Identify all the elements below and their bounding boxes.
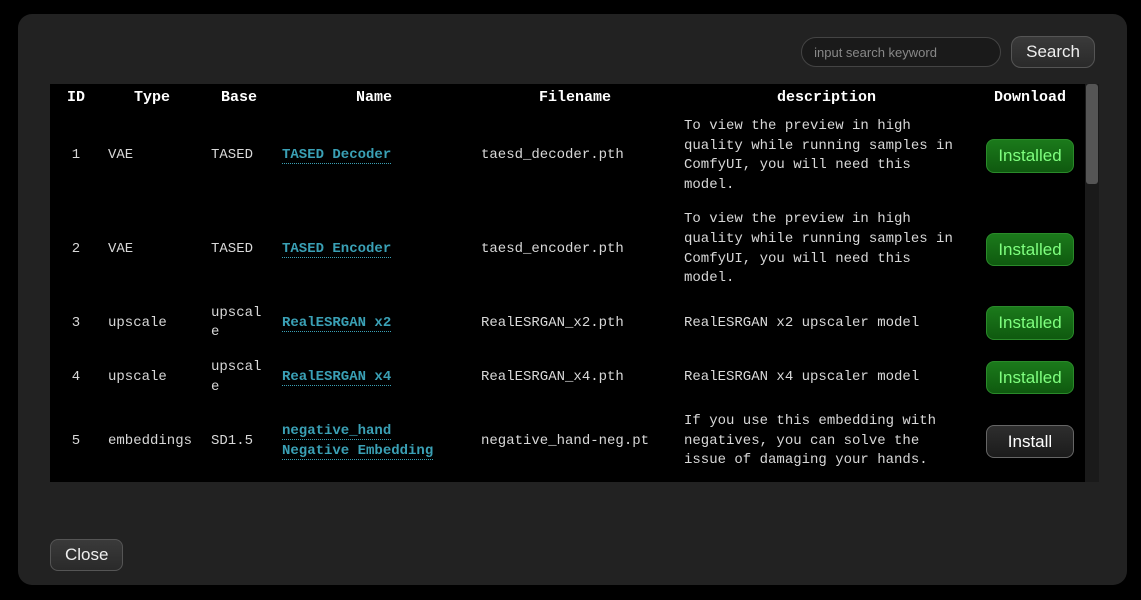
cell-filename: taesd_encoder.pth — [475, 204, 675, 294]
cell-download: Installed — [978, 298, 1082, 349]
cell-base: SD1.5 — [205, 406, 273, 477]
installed-button[interactable]: Installed — [986, 361, 1074, 395]
cell-type: embeddings — [102, 406, 202, 477]
models-table: ID Type Base Name Filename description D… — [50, 84, 1085, 482]
search-button[interactable]: Search — [1011, 36, 1095, 68]
col-header-download: Download — [978, 87, 1082, 108]
cell-download: Install — [978, 480, 1082, 482]
table-row: 2VAETASED TASED Encoder taesd_encoder.pt… — [53, 204, 1082, 294]
cell-id: 4 — [53, 352, 99, 403]
models-table-container: ID Type Base Name Filename description D… — [50, 84, 1099, 482]
cell-download: Installed — [978, 111, 1082, 201]
cell-filename: taesd_decoder.pth — [475, 111, 675, 201]
model-name-link[interactable]: TASED Encoder — [282, 241, 391, 258]
cell-type: VAE — [102, 204, 202, 294]
cell-id: 2 — [53, 204, 99, 294]
cell-id: 1 — [53, 111, 99, 201]
cell-base: upscale — [205, 352, 273, 403]
col-header-filename: Filename — [475, 87, 675, 108]
table-row: 4upscaleupscale RealESRGAN x4 RealESRGAN… — [53, 352, 1082, 403]
model-name-link[interactable]: negative_hand Negative Embedding — [282, 423, 433, 460]
model-name-link[interactable]: RealESRGAN x4 — [282, 369, 391, 386]
scrollbar-thumb[interactable] — [1086, 84, 1098, 184]
table-row: 6embeddingsSD1.5 bad_prompt Negative Emb… — [53, 480, 1082, 482]
cell-id: 3 — [53, 298, 99, 349]
table-row: 5embeddingsSD1.5 negative_hand Negative … — [53, 406, 1082, 477]
col-header-base: Base — [205, 87, 273, 108]
cell-description: The idea behind this embedding was to so… — [678, 480, 975, 482]
cell-base: SD1.5 — [205, 480, 273, 482]
close-button[interactable]: Close — [50, 539, 123, 571]
table-header-row: ID Type Base Name Filename description D… — [53, 87, 1082, 108]
installed-button[interactable]: Installed — [986, 233, 1074, 267]
cell-name: TASED Decoder — [276, 111, 472, 201]
cell-type: upscale — [102, 352, 202, 403]
model-name-link[interactable]: RealESRGAN x2 — [282, 315, 391, 332]
col-header-id: ID — [53, 87, 99, 108]
cell-name: bad_prompt Negative Embedding — [276, 480, 472, 482]
cell-base: TASED — [205, 204, 273, 294]
cell-name: TASED Encoder — [276, 204, 472, 294]
table-row: 3upscaleupscale RealESRGAN x2 RealESRGAN… — [53, 298, 1082, 349]
model-manager-dialog: Search ID Type Base Name Filename descri… — [18, 14, 1127, 585]
cell-type: embeddings — [102, 480, 202, 482]
cell-download: Installed — [978, 204, 1082, 294]
cell-id: 6 — [53, 480, 99, 482]
search-bar: Search — [18, 26, 1127, 78]
cell-type: upscale — [102, 298, 202, 349]
table-row: 1VAETASED TASED Decoder taesd_decoder.pt… — [53, 111, 1082, 201]
installed-button[interactable]: Installed — [986, 306, 1074, 340]
cell-name: RealESRGAN x4 — [276, 352, 472, 403]
scrollbar-track[interactable] — [1085, 84, 1099, 482]
cell-description: If you use this embedding with negatives… — [678, 406, 975, 477]
cell-filename: RealESRGAN_x4.pth — [475, 352, 675, 403]
cell-filename: negative_hand-neg.pt — [475, 406, 675, 477]
cell-type: VAE — [102, 111, 202, 201]
model-name-link[interactable]: TASED Decoder — [282, 147, 391, 164]
install-button[interactable]: Install — [986, 425, 1074, 459]
cell-name: RealESRGAN x2 — [276, 298, 472, 349]
cell-filename: RealESRGAN_x2.pth — [475, 298, 675, 349]
cell-description: To view the preview in high quality whil… — [678, 204, 975, 294]
cell-download: Installed — [978, 352, 1082, 403]
col-header-description: description — [678, 87, 975, 108]
models-scroll-area: ID Type Base Name Filename description D… — [50, 84, 1085, 482]
cell-download: Install — [978, 406, 1082, 477]
cell-description: To view the preview in high quality whil… — [678, 111, 975, 201]
cell-description: RealESRGAN x4 upscaler model — [678, 352, 975, 403]
col-header-type: Type — [102, 87, 202, 108]
cell-name: negative_hand Negative Embedding — [276, 406, 472, 477]
cell-id: 5 — [53, 406, 99, 477]
cell-base: upscale — [205, 298, 273, 349]
cell-base: TASED — [205, 111, 273, 201]
cell-description: RealESRGAN x2 upscaler model — [678, 298, 975, 349]
installed-button[interactable]: Installed — [986, 139, 1074, 173]
search-input[interactable] — [801, 37, 1001, 67]
col-header-name: Name — [276, 87, 472, 108]
cell-filename: bad_prompt_version2-neg.pt — [475, 480, 675, 482]
